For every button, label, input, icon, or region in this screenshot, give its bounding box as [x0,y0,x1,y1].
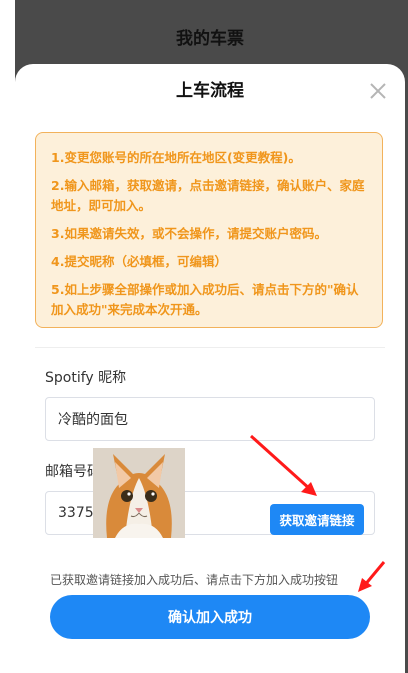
page-frame: 我的车票 上车流程 1.变更您账号的所在地所在地区(变更教程)。 2.输入邮箱，… [0,0,408,673]
hint-text: 已获取邀请链接加入成功后、请点击下方加入成功按钮 [50,573,339,587]
instruction-line: 4.提交昵称（必填框，可编辑） [51,254,227,269]
nickname-input[interactable]: 冷酷的面包 [45,397,375,441]
instructions-notice: 1.变更您账号的所在地所在地区(变更教程)。 2.输入邮箱，获取邀请，点击邀请链… [35,132,383,328]
boarding-process-modal: 上车流程 1.变更您账号的所在地所在地区(变更教程)。 2.输入邮箱，获取邀请，… [15,64,405,673]
instruction-line: 3.如果邀请失效，或不会操作，请提交账户密码。 [51,226,327,241]
instruction-line: 2.输入邮箱，获取邀请，点击邀请链接，确认账户、家庭地址，即可加入。 [51,178,365,213]
confirm-join-button[interactable]: 确认加入成功 [50,595,370,639]
modal-title: 上车流程 [176,81,244,101]
instruction-line: 1.变更您账号的所在地所在地区(变更教程)。 [51,150,301,165]
nickname-label: Spotify 昵称 [45,370,127,386]
instruction-line: 5.如上步骤全部操作或加入成功后、请点击下方的"确认加入成功"来完成本次开通。 [51,282,359,317]
nickname-value: 冷酷的面包 [58,412,128,428]
get-invite-link-button[interactable]: 获取邀请链接 [270,504,364,535]
divider [35,347,385,348]
cat-photo [93,448,185,538]
close-icon[interactable] [367,80,389,102]
left-edge [0,0,15,673]
page-title: 我的车票 [15,8,405,64]
